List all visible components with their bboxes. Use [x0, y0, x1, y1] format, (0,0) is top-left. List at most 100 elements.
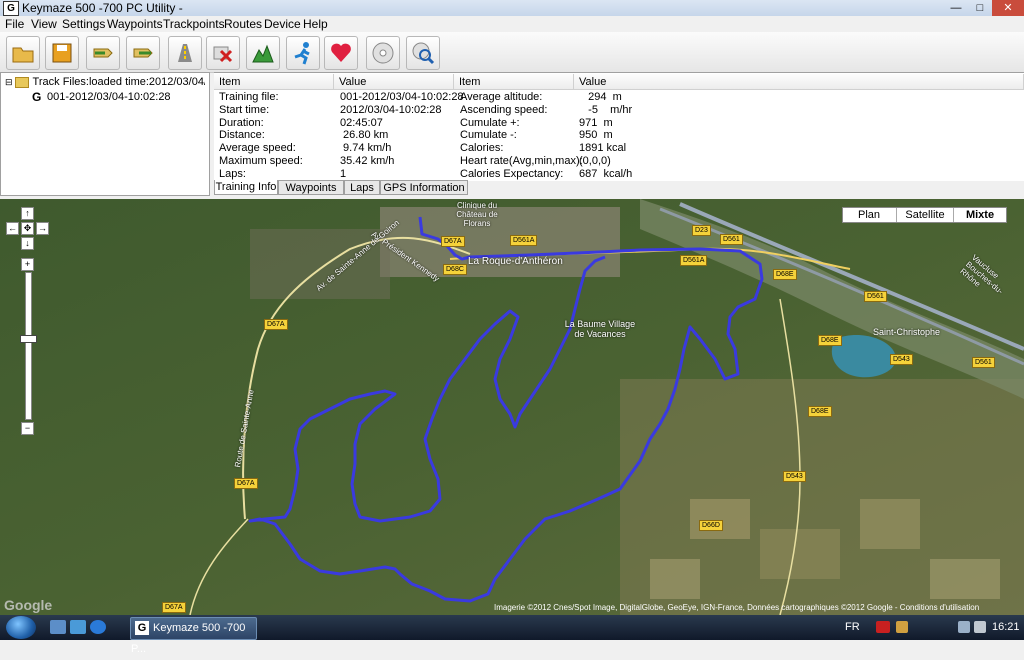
map-type-plan[interactable]: Plan	[843, 208, 895, 222]
volume-icon[interactable]	[974, 621, 986, 633]
zoom-slider-track[interactable]	[25, 272, 32, 420]
left-value-cell: 9.74 km/h	[340, 142, 392, 155]
delete-button[interactable]	[206, 36, 240, 70]
map-label-town: La Roque-d'Anthéron	[468, 256, 563, 267]
pan-right-button[interactable]: →	[36, 222, 49, 235]
pan-left-button[interactable]: ←	[6, 222, 19, 235]
road-shield-d561_2: D561	[864, 291, 887, 302]
map-type-satellite[interactable]: Satellite	[896, 208, 953, 222]
zoom-slider-thumb[interactable]	[20, 335, 37, 343]
toolbar	[0, 32, 1024, 73]
title-bar: G Keymaze 500 -700 PC Utility - — □ ✕	[0, 0, 1024, 16]
road-shield-d561a_1: D561A	[510, 235, 538, 246]
road-shield-d68c: D68C	[443, 264, 467, 275]
tab-laps[interactable]: Laps	[344, 180, 380, 195]
explorer-icon[interactable]	[70, 620, 86, 634]
right-value-cell: 971 m	[579, 116, 613, 129]
menu-trackpoints[interactable]: Trackpoints	[163, 17, 225, 31]
tree-track-item[interactable]: 001-2012/03/04-10:02:28	[47, 91, 171, 103]
close-button[interactable]: ✕	[992, 0, 1024, 16]
menu-routes[interactable]: Routes	[224, 17, 262, 31]
map-type-mixte[interactable]: Mixte	[953, 208, 1006, 222]
right-item-cell: Average altitude:	[460, 91, 543, 103]
show-desktop-icon[interactable]	[50, 620, 66, 634]
maximize-button[interactable]: □	[968, 0, 992, 16]
pan-center-button[interactable]: ✥	[21, 222, 34, 235]
road-shield-d67a_2: D67A	[441, 236, 465, 247]
heart-button[interactable]	[324, 36, 358, 70]
taskbar-app-keymaze[interactable]: G Keymaze 500 -700 P...	[130, 617, 257, 655]
taskbar: G Keymaze 500 -700 P... FR 16:21	[0, 615, 1024, 655]
right-value-cell: 687 kcal/h	[579, 167, 633, 180]
road-shield-d67a_3: D67A	[234, 478, 258, 489]
language-indicator[interactable]: FR	[845, 621, 860, 633]
satellite-map[interactable]: Clinique du Château de Florans La Roque-…	[0, 199, 1024, 615]
column-header-value[interactable]: Value	[334, 74, 454, 90]
road-shield-d67a_4: D67A	[162, 602, 186, 613]
left-item-cell: Start time:	[219, 103, 270, 116]
map-copyright: Imagerie ©2012 Cnes/Spot Image, DigitalG…	[494, 603, 980, 612]
altitude-button[interactable]	[246, 36, 280, 70]
column-header-item-2[interactable]: Item	[454, 74, 574, 90]
menu-file[interactable]: File	[5, 17, 24, 31]
right-item-cell: Cumulate +:	[460, 116, 520, 129]
zoom-out-button[interactable]: −	[21, 422, 34, 435]
menu-settings[interactable]: Settings	[62, 17, 105, 31]
clock[interactable]: 16:21	[992, 621, 1020, 633]
heart-icon	[331, 43, 351, 62]
right-value-cell: (0,0,0)	[579, 155, 611, 167]
export-button[interactable]	[126, 36, 160, 70]
track-file-icon: G	[32, 90, 42, 104]
internet-explorer-icon[interactable]	[90, 620, 106, 634]
map-type-selector: Plan Satellite Mixte	[842, 207, 1007, 223]
pan-up-button[interactable]: ↑	[21, 207, 34, 220]
folder-icon	[14, 76, 29, 88]
road-shield-d68e_2: D68E	[818, 335, 842, 346]
collapse-icon[interactable]: ⊟	[5, 77, 13, 87]
zoom-in-button[interactable]: +	[21, 258, 34, 271]
open-folder-icon	[12, 47, 34, 63]
left-item-cell: Laps:	[219, 167, 246, 180]
menu-device[interactable]: Device	[264, 17, 301, 31]
road-shield-d561a_2: D561A	[680, 255, 708, 266]
left-value-cell: 001-2012/03/04-10:02:28	[340, 91, 464, 103]
right-item-cell: Heart rate(Avg,min,max):	[460, 155, 583, 167]
cd-icon	[372, 42, 394, 64]
pan-down-button[interactable]: ↓	[21, 237, 34, 250]
menu-help[interactable]: Help	[303, 17, 328, 31]
minimize-button[interactable]: —	[944, 0, 968, 16]
left-item-cell: Maximum speed:	[219, 155, 303, 167]
save-button[interactable]	[45, 36, 79, 70]
search-disc-icon	[412, 42, 435, 65]
right-value-cell: 950 m	[579, 129, 613, 142]
menu-waypoints[interactable]: Waypoints	[107, 17, 163, 31]
left-item-cell: Duration:	[219, 116, 264, 129]
left-value-cell: 1	[340, 167, 347, 180]
right-item-cell: Calories:	[460, 142, 504, 155]
search-disc-button[interactable]	[406, 36, 440, 70]
export-icon	[133, 48, 153, 58]
right-value-cell: -5 m/hr	[579, 103, 633, 116]
tree-root[interactable]: ⊟Track Files:loaded time:2012/03/04/16-2…	[5, 76, 205, 88]
tab-waypoints[interactable]: Waypoints	[278, 180, 344, 195]
import-button[interactable]	[86, 36, 120, 70]
left-item-cell: Average speed:	[219, 142, 296, 155]
altitude-chart-icon	[252, 44, 274, 63]
menu-view[interactable]: View	[31, 17, 57, 31]
column-header-value-2[interactable]: Value	[574, 74, 1024, 90]
network-icon[interactable]	[958, 621, 970, 633]
road-shield-d23: D23	[692, 225, 711, 236]
cd-button[interactable]	[366, 36, 400, 70]
start-button[interactable]	[6, 616, 36, 639]
tray-icon[interactable]	[896, 621, 908, 633]
tab-training-info[interactable]: Training Info	[214, 180, 278, 195]
open-button[interactable]	[6, 36, 40, 70]
delete-icon	[213, 46, 233, 63]
ati-tray-icon[interactable]	[876, 621, 890, 633]
runner-button[interactable]	[286, 36, 320, 70]
column-header-item[interactable]: Item	[214, 74, 334, 90]
route-button[interactable]	[168, 36, 202, 70]
tab-gps-information[interactable]: GPS Information	[380, 180, 468, 195]
left-item-cell: Distance:	[219, 129, 265, 142]
training-info-table: Item Value Item Value Training file: 001-…	[214, 72, 1024, 181]
